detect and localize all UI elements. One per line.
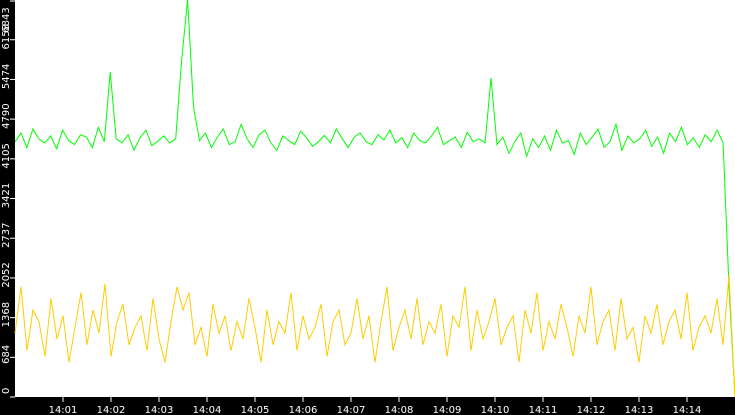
x-tick-label: 14:04 bbox=[193, 405, 222, 415]
y-tick-label: 2052 bbox=[1, 262, 12, 287]
y-tick-label: 684 bbox=[1, 345, 12, 364]
y-tick-label: 4105 bbox=[1, 143, 12, 168]
x-tick-label: 14:09 bbox=[433, 405, 462, 415]
y-tick-label: 2737 bbox=[1, 222, 12, 247]
x-tick-label: 14:02 bbox=[97, 405, 126, 415]
x-tick-label: 14:05 bbox=[241, 405, 270, 415]
x-tick-label: 14:13 bbox=[625, 405, 654, 415]
y-tick-label: 6843 bbox=[1, 7, 12, 32]
y-tick-label: 4790 bbox=[1, 103, 12, 128]
y-tick-label: 0 bbox=[1, 388, 12, 394]
y-tick-label: 1368 bbox=[1, 302, 12, 327]
y-tick-label: 3421 bbox=[1, 183, 12, 208]
x-tick-label: 14:01 bbox=[49, 405, 78, 415]
line-chart: 0684136820522737342141054790547461586843… bbox=[1, 0, 735, 415]
x-tick-label: 14:03 bbox=[145, 405, 174, 415]
x-tick-label: 14:07 bbox=[337, 405, 366, 415]
x-tick-label: 14:11 bbox=[529, 405, 558, 415]
x-tick-label: 14:14 bbox=[673, 405, 702, 415]
x-tick-label: 14:06 bbox=[289, 405, 318, 415]
chart: 0 684 1368 2052 2737 3421 4105 4790 5474 6158 6843… bbox=[0, 0, 735, 415]
x-tick-label: 14:08 bbox=[385, 405, 414, 415]
x-tick-label: 14:10 bbox=[481, 405, 510, 415]
y-tick-label: 5474 bbox=[1, 64, 12, 89]
x-tick-label: 14:12 bbox=[577, 405, 606, 415]
